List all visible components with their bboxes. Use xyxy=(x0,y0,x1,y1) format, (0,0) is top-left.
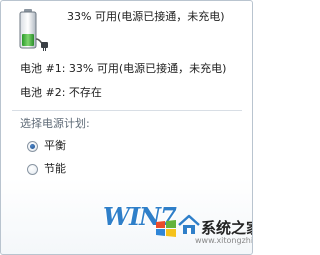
watermark-brand-text: 系统之家 xyxy=(201,219,252,237)
battery-1-label: 电池 #1: xyxy=(20,62,66,75)
battery-2-status: 不存在 xyxy=(68,86,102,99)
site-watermark: WIN7 系统之家 www.xitongzhijia.net xyxy=(97,198,252,254)
battery-2-line: 电池 #2: 不存在 xyxy=(20,86,102,100)
power-plan-option-balanced[interactable]: 平衡 xyxy=(27,138,66,154)
battery-status-popup: 33% 可用(电源已接通，未充电) 电池 #1: 33% 可用(电源已接通，未充… xyxy=(0,0,253,255)
power-plan-option-label[interactable]: 节能 xyxy=(44,162,66,176)
battery-charging-plug-icon xyxy=(19,9,49,53)
power-plan-heading: 选择电源计划: xyxy=(20,117,90,130)
house-logo-icon xyxy=(177,214,201,236)
battery-1-line: 电池 #1: 33% 可用(电源已接通，未充电) xyxy=(20,62,226,76)
watermark-site-text: www.xitongzhijia.net xyxy=(195,236,253,245)
power-plan-option-power-saver[interactable]: 节能 xyxy=(27,161,66,177)
battery-1-status: 33% 可用(电源已接通，未充电) xyxy=(68,62,227,75)
radio-button-balanced[interactable] xyxy=(27,140,38,152)
power-plan-option-label[interactable]: 平衡 xyxy=(44,139,66,153)
windows-flag-icon xyxy=(155,220,177,238)
battery-2-label: 电池 #2: xyxy=(20,86,66,99)
radio-button-power-saver[interactable] xyxy=(27,163,38,175)
battery-summary-text: 33% 可用(电源已接通，未充电) xyxy=(67,10,225,23)
section-divider xyxy=(12,110,242,111)
